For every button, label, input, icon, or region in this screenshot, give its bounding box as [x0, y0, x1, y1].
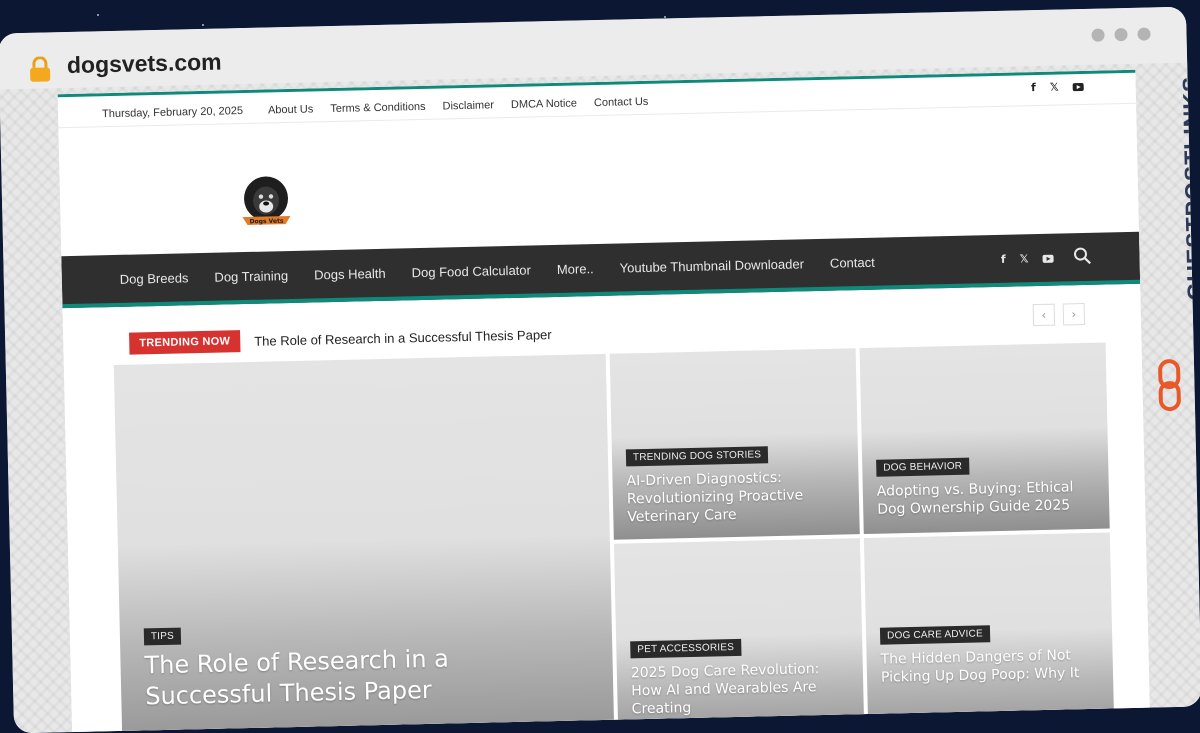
browser-window: dogsvets.com Thursday, February 20, 2025…	[0, 6, 1200, 733]
current-date: Thursday, February 20, 2025	[101, 105, 244, 121]
search-icon[interactable]	[1073, 247, 1091, 265]
x-icon[interactable]: 𝕏	[1050, 81, 1059, 94]
trending-bar: TRENDING NOW The Role of Research in a S…	[129, 323, 552, 355]
link-chain-icon	[1158, 359, 1181, 412]
card-category[interactable]: TIPS	[143, 627, 182, 646]
trending-arrows: ‹ ›	[1032, 302, 1086, 327]
star	[202, 24, 204, 26]
top-link-about[interactable]: About Us	[268, 103, 314, 116]
top-link-disclaimer[interactable]: Disclaimer	[442, 99, 494, 112]
next-arrow-icon[interactable]: ›	[1062, 302, 1086, 326]
web-page: Thursday, February 20, 2025 About Us Ter…	[57, 69, 1151, 733]
top-social: f 𝕏	[1031, 80, 1084, 94]
featured-card[interactable]: TRENDING DOG STORIES AI-Driven Diagnosti…	[609, 348, 860, 540]
nav-item-youtube-thumbnail-downloader[interactable]: Youtube Thumbnail Downloader	[620, 256, 805, 275]
window-dot[interactable]	[1091, 28, 1105, 42]
facebook-icon[interactable]: f	[1001, 253, 1006, 266]
youtube-icon[interactable]	[1072, 82, 1084, 91]
nav-item-contact[interactable]: Contact	[830, 255, 875, 271]
card-title[interactable]: Adopting vs. Buying: Ethical Dog Ownersh…	[877, 479, 1100, 520]
card-title[interactable]: The Role of Research in a Successful The…	[144, 641, 565, 712]
top-link-terms[interactable]: Terms & Conditions	[330, 101, 426, 115]
card-title[interactable]: 2025 Dog Care Revolution: How AI and Wea…	[631, 660, 854, 719]
nav-item-dog-training[interactable]: Dog Training	[214, 268, 288, 285]
url-text[interactable]: dogsvets.com	[67, 49, 222, 80]
card-title[interactable]: AI-Driven Diagnostics: Revolutionizing P…	[626, 468, 849, 527]
featured-card[interactable]: DOG CARE ADVICE The Hidden Dangers of No…	[863, 532, 1115, 733]
top-link-contact[interactable]: Contact Us	[594, 96, 649, 109]
window-dot[interactable]	[1137, 27, 1151, 41]
prev-arrow-icon[interactable]: ‹	[1032, 303, 1056, 327]
card-title[interactable]: The Hidden Dangers of Not Picking Up Dog…	[880, 647, 1103, 688]
youtube-icon[interactable]	[1042, 254, 1054, 263]
card-category[interactable]: DOG BEHAVIOR	[876, 457, 970, 477]
nav-item-dogs-health[interactable]: Dogs Health	[314, 266, 386, 283]
lock-icon	[30, 56, 51, 82]
window-dot[interactable]	[1114, 27, 1128, 42]
nav-items: Dog Breeds Dog Training Dogs Health Dog …	[120, 255, 875, 287]
nav-item-dog-food-calculator[interactable]: Dog Food Calculator	[411, 263, 531, 281]
nav-item-dog-breeds[interactable]: Dog Breeds	[120, 270, 189, 287]
star	[97, 14, 99, 16]
main-nav: Dog Breeds Dog Training Dogs Health Dog …	[61, 231, 1141, 309]
x-icon[interactable]: 𝕏	[1020, 252, 1029, 265]
nav-item-more[interactable]: More..	[557, 261, 594, 277]
trending-badge: TRENDING NOW	[129, 330, 241, 355]
card-category[interactable]: TRENDING DOG STORIES	[625, 446, 769, 467]
window-controls	[1091, 27, 1151, 42]
card-category[interactable]: PET ACCESSORIES	[630, 638, 742, 659]
logo-text: Dogs Vets	[250, 218, 284, 226]
top-link-dmca[interactable]: DMCA Notice	[511, 97, 577, 110]
watermark: GUESTPOSTLINKS	[1147, 59, 1200, 412]
card-category[interactable]: DOG CARE ADVICE	[879, 625, 991, 645]
featured-card-main[interactable]: TIPS The Role of Research in a Successfu…	[113, 353, 615, 733]
top-links: About Us Terms & Conditions Disclaimer D…	[268, 96, 649, 117]
featured-card[interactable]: PET ACCESSORIES 2025 Dog Care Revolution…	[613, 538, 865, 733]
nav-social: f 𝕏	[1001, 252, 1054, 266]
featured-card[interactable]: DOG BEHAVIOR Adopting vs. Buying: Ethica…	[859, 342, 1110, 535]
featured-grid: TIPS The Role of Research in a Successfu…	[113, 342, 1115, 733]
site-logo[interactable]: Dogs Vets	[237, 174, 294, 231]
trending-title-link[interactable]: The Role of Research in a Successful The…	[254, 327, 552, 349]
facebook-icon[interactable]: f	[1031, 81, 1036, 94]
